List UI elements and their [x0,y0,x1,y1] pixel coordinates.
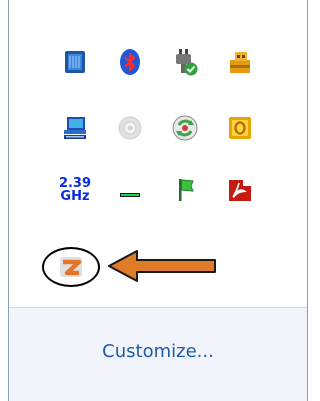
customize-link[interactable]: Customize... [9,341,307,362]
bluetooth-icon[interactable] [108,40,152,84]
annotation-arrow [108,250,216,282]
customize-footer: Customize... [9,307,307,401]
disc-drive-icon[interactable] [108,106,152,150]
usb-device-icon[interactable] [218,40,262,84]
z-app-icon[interactable] [49,245,93,289]
cpu-speed-icon: 2.39 GHz [53,168,97,212]
network-computer-icon[interactable] [53,106,97,150]
battery-bar-icon[interactable] [108,168,152,212]
cpu-speed-unit: GHz [60,189,90,204]
acrobat-icon[interactable] [218,168,262,212]
sync-icon[interactable] [163,106,207,150]
memory-chip-icon[interactable] [53,40,97,84]
notification-area-overflow-panel: 2.39 GHz Customize... [8,0,308,401]
power-plug-icon[interactable] [163,40,207,84]
notes-icon[interactable] [218,106,262,150]
action-center-flag-icon[interactable] [163,168,207,212]
tray-icon-grid: 2.39 GHz [9,0,307,307]
